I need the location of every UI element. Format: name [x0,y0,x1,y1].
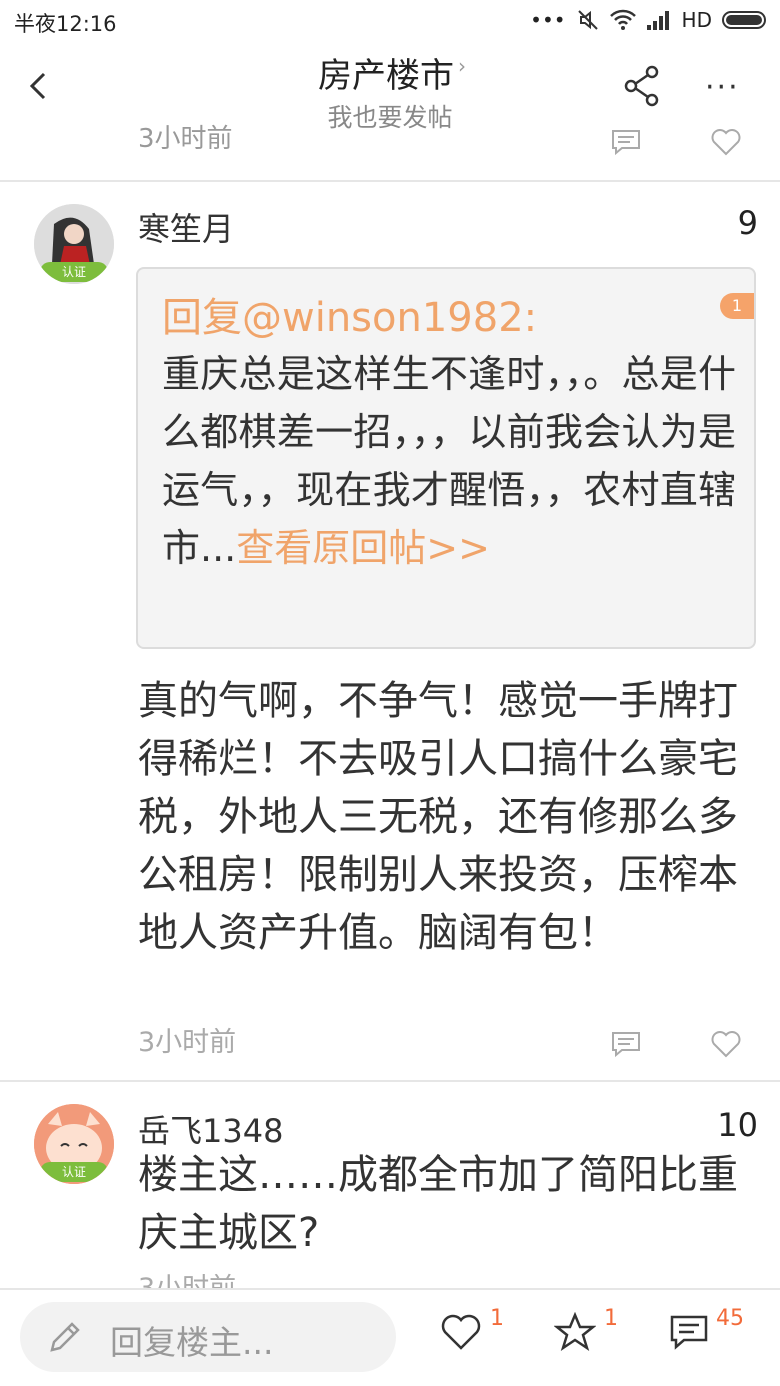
view-original-link[interactable]: 查看原回帖>> [236,526,490,570]
verified-badge: 认证 [40,262,108,282]
favorite-count: 1 [604,1306,618,1331]
status-icons: ••• HD [530,6,766,34]
like-count: 1 [490,1306,504,1331]
post-content: 楼主这……成都全市加了简阳比重庆主城区? [138,1152,738,1256]
like-heart-icon[interactable] [710,128,742,156]
divider [0,180,780,182]
divider [0,1080,780,1082]
post-content: 真的气啊，不争气！感觉一手牌打得稀烂！不去吸引人口搞什么豪宅税，外地人三无税，还… [138,678,738,956]
heart-icon [441,1314,481,1350]
new-post-link[interactable]: 我也要发帖 [0,98,780,134]
pencil-icon [50,1322,80,1352]
chevron-right-icon: › [458,54,466,78]
network-label: HD [681,8,712,32]
reply-input[interactable]: 回复楼主... [20,1302,396,1372]
like-heart-icon[interactable] [710,1030,742,1058]
page-title[interactable]: 房产楼市 › [0,48,780,97]
reply-placeholder: 回复楼主... [110,1323,274,1362]
share-icon[interactable] [622,64,662,108]
status-bar: 半夜12:16 ••• HD [0,0,780,40]
floor-number: 9 [737,204,758,242]
verified-badge: 认证 [40,1162,108,1182]
like-button[interactable]: 1 [440,1306,510,1362]
reply-to-user[interactable]: 回复@winson1982: [162,285,537,343]
signal-icon [646,11,669,30]
more-options-button[interactable]: ··· [705,70,739,105]
username[interactable]: 寒笙月 [138,204,234,250]
quoted-reply[interactable]: 回复@winson1982: 1 重庆总是这样生不逢时，，。总是什么都棋差一招，… [136,267,756,649]
forum-name: 房产楼市 [318,56,454,96]
previous-post-time: 3小时前 [138,124,233,154]
more-notifications-icon: ••• [530,8,566,32]
comment-icon[interactable] [610,128,642,156]
floor-number: 10 [717,1106,758,1144]
favorite-button[interactable]: 1 [553,1306,624,1362]
mute-icon [577,10,598,30]
comments-button[interactable]: 45 [668,1306,758,1362]
battery-icon [722,11,766,29]
bottom-bar: 回复楼主... 1 1 45 [0,1288,780,1386]
wifi-icon [609,9,636,30]
avatar[interactable]: 认证 [34,204,114,284]
comment-icon [670,1315,708,1350]
star-icon [553,1311,597,1351]
comment-icon[interactable] [610,1030,642,1058]
quote-body: 重庆总是这样生不逢时，，。总是什么都棋差一招，，，以前我会认为是运气，，现在我才… [162,345,736,577]
comment-count: 45 [716,1306,744,1331]
post-time: 3小时前 [138,1027,237,1058]
quote-count-badge: 1 [720,293,754,319]
nav-bar: 房产楼市 › 我也要发帖 ··· [0,40,780,160]
status-time: 半夜12:16 [14,12,117,36]
avatar[interactable]: 认证 [34,1104,114,1184]
